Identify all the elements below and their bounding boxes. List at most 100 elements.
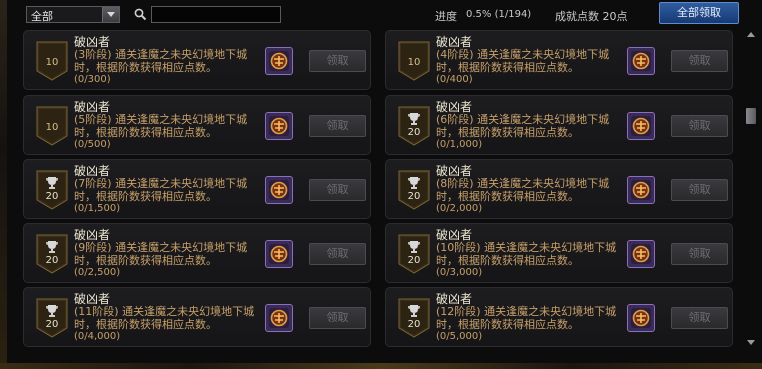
window-frame-left — [0, 0, 7, 369]
points-value: 20 — [407, 255, 421, 266]
achievement-description: (12阶段) 通关逢魔之未央幻境地下城时，根据阶数获得相应点数。 — [436, 305, 617, 331]
achievement-card: 10 破凶者 (3阶段) 通关逢魔之未央幻境地下城时，根据阶数获得相应点数。 (0/3… — [23, 30, 371, 90]
reward-emblem-icon — [631, 244, 651, 264]
points-badge: 20 — [398, 234, 430, 274]
claim-all-button[interactable]: 全部领取 — [659, 2, 739, 24]
reward-box-icon[interactable] — [265, 176, 293, 204]
achievement-description: (7阶段) 通关逢魔之未央幻境地下城时，根据阶数获得相应点数。 — [74, 177, 248, 203]
achievement-progress: (0/3,000) — [436, 267, 483, 278]
achievement-card: 20 破凶者 (7阶段) 通关逢魔之未央幻境地下城时，根据阶数获得相应点数。 (0/1… — [23, 159, 371, 219]
reward-emblem-icon — [631, 308, 651, 328]
achievement-progress: (0/1,500) — [74, 203, 121, 214]
reward-emblem-icon — [631, 51, 651, 71]
points-value: 20 — [45, 255, 59, 266]
claim-button[interactable]: 领取 — [309, 307, 366, 329]
scroll-down-icon[interactable] — [746, 338, 756, 348]
claim-button[interactable]: 领取 — [671, 243, 728, 265]
points-badge: 10 — [36, 41, 68, 81]
points-value: 20 — [407, 319, 421, 330]
achievement-description: (10阶段) 通关逢魔之未央幻境地下城时，根据阶数获得相应点数。 — [436, 241, 617, 267]
toolbar: 全部 进度 0.5% (1/194) 成就点数 20点 全部领取 — [0, 0, 762, 28]
scroll-up-icon[interactable] — [746, 30, 756, 40]
reward-box-icon[interactable] — [265, 47, 293, 75]
points-value: 20 — [407, 191, 421, 202]
achievement-card: 20 破凶者 (10阶段) 通关逢魔之未央幻境地下城时，根据阶数获得相应点数。 (0/… — [385, 223, 733, 283]
points-badge: 10 — [36, 106, 68, 146]
search-icon — [134, 8, 147, 21]
trophy-icon — [46, 305, 58, 317]
category-filter-dropdown[interactable]: 全部 — [26, 6, 120, 23]
achievement-card: 20 破凶者 (12阶段) 通关逢魔之未央幻境地下城时，根据阶数获得相应点数。 (0/… — [385, 287, 733, 347]
points-value: 20 — [407, 127, 421, 138]
chevron-down-icon[interactable] — [102, 7, 119, 22]
reward-box-icon[interactable] — [627, 112, 655, 140]
trophy-icon — [408, 305, 420, 317]
reward-emblem-icon — [269, 180, 289, 200]
achievement-list: 10 破凶者 (3阶段) 通关逢魔之未央幻境地下城时，根据阶数获得相应点数。 (0/3… — [23, 28, 743, 350]
achievement-description: (9阶段) 通关逢魔之未央幻境地下城时，根据阶数获得相应点数。 — [74, 241, 248, 267]
achievement-card: 20 破凶者 (8阶段) 通关逢魔之未央幻境地下城时，根据阶数获得相应点数。 (0/2… — [385, 159, 733, 219]
achievement-description: (4阶段) 通关逢魔之未央幻境地下城时，根据阶数获得相应点数。 — [436, 48, 610, 74]
reward-box-icon[interactable] — [627, 304, 655, 332]
achievement-description: (11阶段) 通关逢魔之未央幻境地下城时，根据阶数获得相应点数。 — [74, 305, 255, 331]
points-value: 20 — [45, 319, 59, 330]
achievement-description: (5阶段) 通关逢魔之未央幻境地下城时，根据阶数获得相应点数。 — [74, 113, 248, 139]
points-badge: 20 — [398, 298, 430, 338]
achievement-description: (8阶段) 通关逢魔之未央幻境地下城时，根据阶数获得相应点数。 — [436, 177, 610, 203]
reward-emblem-icon — [269, 244, 289, 264]
claim-button[interactable]: 领取 — [309, 243, 366, 265]
points-value: 10 — [45, 122, 59, 133]
achievement-progress: (0/4,000) — [74, 331, 121, 342]
achievement-progress: (0/300) — [74, 74, 111, 85]
claim-button[interactable]: 领取 — [671, 50, 728, 72]
points-badge: 20 — [398, 170, 430, 210]
reward-box-icon[interactable] — [265, 240, 293, 268]
scrollbar[interactable] — [745, 28, 757, 350]
achievement-progress: (0/2,000) — [436, 203, 483, 214]
trophy-icon — [46, 177, 58, 189]
points-badge: 20 — [398, 106, 430, 146]
window-frame-bottom — [0, 363, 762, 369]
reward-emblem-icon — [269, 308, 289, 328]
claim-button[interactable]: 领取 — [671, 307, 728, 329]
achievement-card: 20 破凶者 (9阶段) 通关逢魔之未央幻境地下城时，根据阶数获得相应点数。 (0/2… — [23, 223, 371, 283]
achievement-card: 20 破凶者 (11阶段) 通关逢魔之未央幻境地下城时，根据阶数获得相应点数。 (0/… — [23, 287, 371, 347]
trophy-icon — [408, 113, 420, 125]
reward-box-icon[interactable] — [627, 176, 655, 204]
progress-label: 进度 — [435, 10, 457, 23]
claim-button[interactable]: 领取 — [309, 179, 366, 201]
achievement-description: (3阶段) 通关逢魔之未央幻境地下城时，根据阶数获得相应点数。 — [74, 48, 248, 74]
reward-emblem-icon — [269, 51, 289, 71]
points-badge: 20 — [36, 298, 68, 338]
reward-box-icon[interactable] — [627, 47, 655, 75]
progress-value: 0.5% (1/194) — [466, 9, 532, 20]
reward-box-icon[interactable] — [265, 112, 293, 140]
trophy-icon — [408, 177, 420, 189]
trophy-icon — [46, 241, 58, 253]
achievement-progress: (0/2,500) — [74, 267, 121, 278]
achievement-card: 10 破凶者 (5阶段) 通关逢魔之未央幻境地下城时，根据阶数获得相应点数。 (0/5… — [23, 95, 371, 155]
claim-button[interactable]: 领取 — [671, 115, 728, 137]
achievement-progress: (0/500) — [74, 139, 111, 150]
reward-emblem-icon — [631, 180, 651, 200]
achievement-progress: (0/5,000) — [436, 331, 483, 342]
trophy-icon — [408, 241, 420, 253]
points-badge: 20 — [36, 234, 68, 274]
scroll-thumb[interactable] — [746, 108, 756, 124]
reward-box-icon[interactable] — [627, 240, 655, 268]
points-value: 20 — [45, 191, 59, 202]
achievement-description: (6阶段) 通关逢魔之未央幻境地下城时，根据阶数获得相应点数。 — [436, 113, 610, 139]
points-value: 10 — [407, 57, 421, 68]
achievement-card: 10 破凶者 (4阶段) 通关逢魔之未央幻境地下城时，根据阶数获得相应点数。 (0/4… — [385, 30, 733, 90]
achievement-progress: (0/400) — [436, 74, 473, 85]
claim-button[interactable]: 领取 — [309, 50, 366, 72]
achievement-progress: (0/1,000) — [436, 139, 483, 150]
claim-button[interactable]: 领取 — [671, 179, 728, 201]
claim-button[interactable]: 领取 — [309, 115, 366, 137]
points-badge: 10 — [398, 41, 430, 81]
reward-box-icon[interactable] — [265, 304, 293, 332]
points-value: 10 — [45, 57, 59, 68]
reward-emblem-icon — [269, 116, 289, 136]
points-badge: 20 — [36, 170, 68, 210]
search-input[interactable] — [151, 6, 281, 23]
